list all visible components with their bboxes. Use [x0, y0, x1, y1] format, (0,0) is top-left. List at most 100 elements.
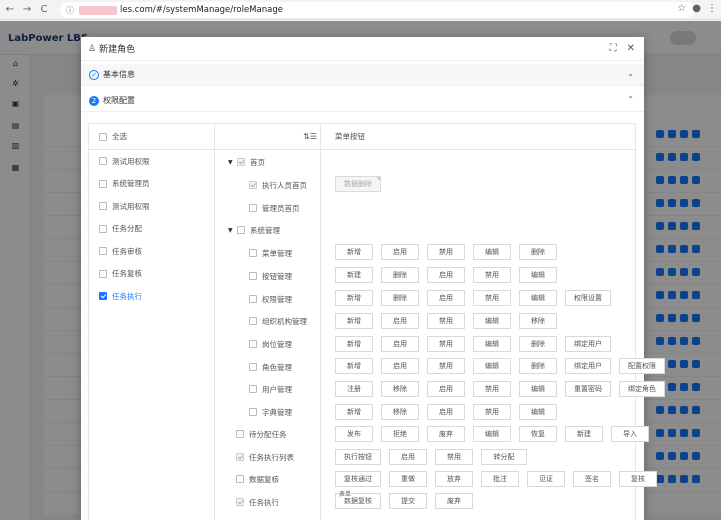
permission-button[interactable]: 编辑 — [473, 244, 511, 260]
role-checkbox[interactable] — [99, 157, 107, 165]
permission-button[interactable]: 编辑 — [473, 426, 511, 442]
tree-checkbox[interactable] — [249, 317, 257, 325]
tree-node[interactable]: 组织机构管理 — [249, 314, 307, 328]
permission-button[interactable]: 禁用 — [435, 449, 473, 465]
role-checkbox[interactable] — [99, 179, 107, 188]
permission-button[interactable]: 启用 — [381, 336, 419, 352]
permission-button[interactable]: 提交 — [389, 493, 427, 509]
permission-button[interactable]: 注册 — [335, 381, 373, 397]
role-item[interactable]: 任务复核 — [99, 267, 142, 281]
permission-button[interactable]: 复核 — [619, 471, 657, 487]
tree-checkbox[interactable] — [249, 408, 257, 416]
permission-button[interactable]: 编辑 — [473, 313, 511, 329]
permission-button[interactable]: 禁用 — [473, 267, 511, 283]
permission-button[interactable]: 新增 — [335, 336, 373, 352]
permission-button[interactable]: 拒绝 — [381, 426, 419, 442]
permission-button[interactable]: 重置密码 — [565, 381, 611, 397]
permission-button[interactable]: 新增 — [335, 404, 373, 420]
tree-node[interactable]: 字典管理 — [249, 405, 292, 419]
permission-button[interactable]: 移除 — [381, 381, 419, 397]
caret-down-icon[interactable]: ▼ — [228, 159, 233, 166]
role-item[interactable]: 测试用权限 — [99, 154, 150, 168]
tree-node[interactable]: 用户管理 — [249, 382, 292, 396]
permission-button[interactable]: 新增 — [335, 313, 373, 329]
panel-permission-config[interactable]: 2 权限配置 ⌃ — [81, 90, 644, 112]
tree-checkbox[interactable] — [249, 249, 257, 257]
permission-button[interactable]: 签名 — [573, 471, 611, 487]
tree-node[interactable]: 按钮管理 — [249, 269, 292, 283]
bookmark-star-icon[interactable]: ☆ — [677, 3, 686, 14]
permission-button[interactable]: 绑定用户 — [565, 358, 611, 374]
permission-button[interactable]: 移除 — [519, 313, 557, 329]
caret-down-icon[interactable]: ▼ — [228, 227, 233, 234]
back-icon[interactable]: ← — [3, 3, 17, 17]
sort-list-icon[interactable]: ⇅☰ — [303, 132, 317, 141]
permission-button[interactable]: 禁用 — [427, 313, 465, 329]
tree-node[interactable]: 管理员首页 — [249, 201, 300, 215]
profile-icon[interactable]: ● — [692, 3, 701, 14]
role-checkbox[interactable] — [99, 224, 107, 233]
tree-node[interactable]: 待分配任务 — [236, 427, 287, 441]
tree-checkbox[interactable] — [249, 204, 257, 212]
role-checkbox[interactable] — [99, 202, 107, 210]
tree-checkbox[interactable] — [249, 272, 257, 280]
role-item[interactable]: 任务执行 — [99, 289, 142, 303]
tree-node[interactable]: ▼ 首页 — [228, 155, 265, 169]
tree-checkbox[interactable] — [249, 385, 257, 393]
permission-button[interactable]: 编辑 — [473, 336, 511, 352]
permission-button[interactable]: 见证 — [527, 471, 565, 487]
tree-checkbox[interactable] — [249, 363, 257, 371]
role-item[interactable]: 任务分配 — [99, 222, 142, 236]
permission-button[interactable]: 删除 — [519, 358, 557, 374]
permission-button[interactable]: 导入 — [611, 426, 649, 442]
permission-button[interactable]: 废弃 — [427, 426, 465, 442]
permission-button[interactable]: 移除 — [381, 404, 419, 420]
tree-checkbox[interactable] — [249, 340, 257, 348]
select-all[interactable]: 全选 — [89, 124, 215, 150]
permission-button[interactable]: 禁用 — [473, 404, 511, 420]
permission-button[interactable]: 启用 — [381, 244, 419, 260]
tree-checkbox[interactable] — [236, 430, 244, 438]
permission-button[interactable]: 复核通过 — [335, 471, 381, 487]
tree-checkbox[interactable] — [236, 453, 244, 461]
tree-checkbox[interactable] — [249, 295, 257, 303]
permission-button[interactable]: 放弃 — [435, 471, 473, 487]
permission-button[interactable]: 禁用 — [427, 358, 465, 374]
permission-button[interactable]: 禁用 — [473, 290, 511, 306]
tree-node[interactable]: ▼ 系统管理 — [228, 223, 280, 237]
permission-button[interactable]: 执行按钮 — [335, 449, 381, 465]
permission-button[interactable]: 批注 — [481, 471, 519, 487]
permission-button[interactable]: 新建 — [335, 267, 373, 283]
permission-button[interactable]: 数据复核 表单 — [335, 489, 381, 509]
permission-button[interactable]: 恢复 — [519, 426, 557, 442]
role-checkbox[interactable] — [99, 247, 107, 255]
permission-button[interactable]: 删除 — [381, 267, 419, 283]
tree-node[interactable]: 权限管理 — [249, 292, 292, 306]
permission-button[interactable]: 编辑 — [519, 381, 557, 397]
reload-icon[interactable]: C — [37, 3, 51, 17]
permission-button[interactable]: 绑定用户 — [565, 336, 611, 352]
permission-button[interactable]: 发布 — [335, 426, 373, 442]
forward-icon[interactable]: → — [20, 3, 34, 17]
permission-button[interactable]: 启用 — [427, 381, 465, 397]
permission-button[interactable]: 废弃 — [435, 493, 473, 509]
permission-button[interactable]: 新增 — [335, 358, 373, 374]
permission-button[interactable]: 删除 — [519, 244, 557, 260]
permission-button[interactable]: 转分配 — [481, 449, 527, 465]
permission-button[interactable]: 启用 — [427, 267, 465, 283]
permission-button[interactable]: 重做 — [389, 471, 427, 487]
permission-button[interactable]: 启用 — [381, 313, 419, 329]
tree-node[interactable]: 任务执行 — [236, 495, 279, 509]
tree-checkbox[interactable] — [236, 475, 244, 483]
permission-button[interactable]: 数据删除 — [335, 176, 381, 192]
permission-button[interactable]: 权限设置 — [565, 290, 611, 306]
tree-node[interactable]: 执行人员首页 — [249, 178, 307, 192]
tree-checkbox[interactable] — [249, 181, 257, 189]
permission-button[interactable]: 编辑 — [519, 267, 557, 283]
menu-icon[interactable]: ⋮ — [707, 3, 717, 14]
chevron-up-icon[interactable]: ⌃ — [627, 95, 634, 104]
permission-button[interactable]: 禁用 — [473, 381, 511, 397]
role-checkbox[interactable] — [99, 269, 107, 278]
permission-button[interactable]: 禁用 — [427, 336, 465, 352]
chevron-down-icon[interactable]: ⌄ — [627, 69, 634, 78]
